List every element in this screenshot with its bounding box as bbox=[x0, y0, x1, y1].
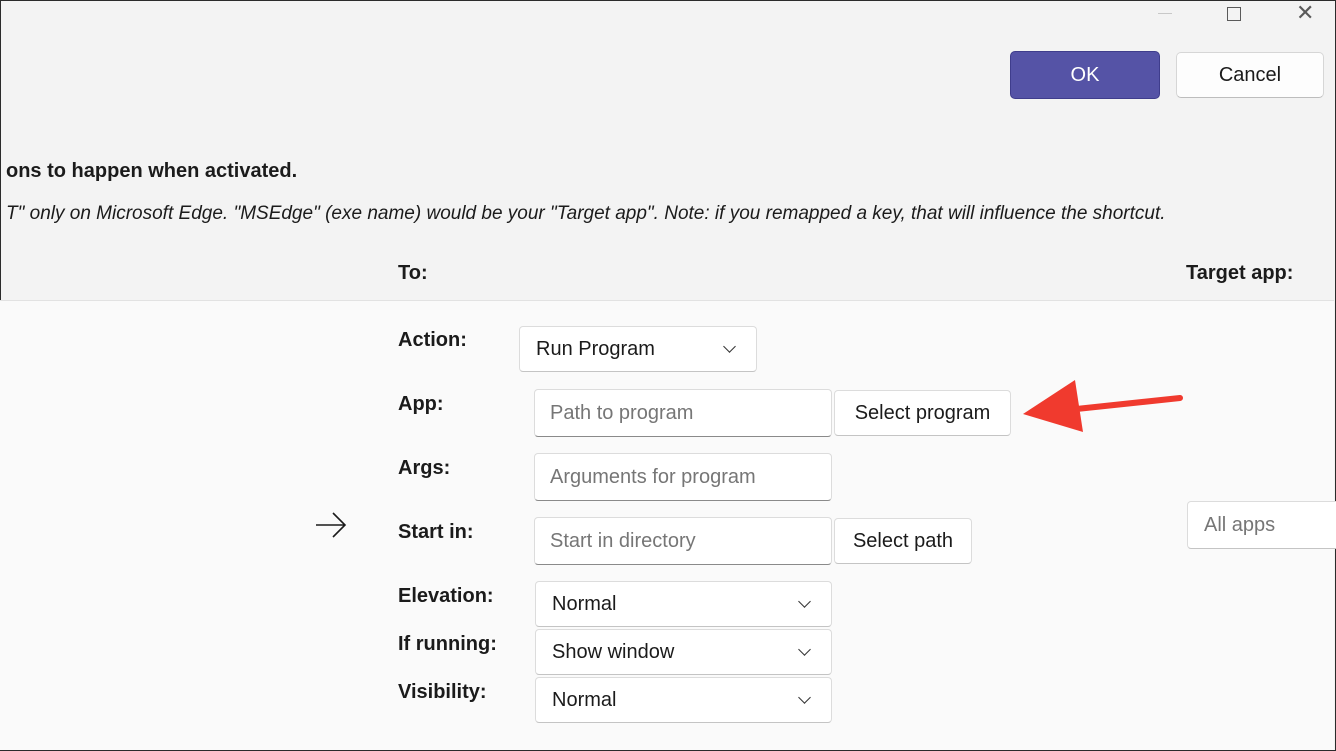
ok-button[interactable]: OK bbox=[1010, 51, 1160, 99]
start-in-label: Start in: bbox=[398, 521, 474, 543]
annotation-arrow-icon bbox=[1023, 380, 1183, 432]
elevation-label: Elevation: bbox=[398, 585, 494, 607]
start-in-input[interactable]: Start in directory bbox=[534, 517, 832, 565]
maximize-icon[interactable] bbox=[1227, 7, 1241, 21]
args-input[interactable]: Arguments for program bbox=[534, 453, 832, 501]
action-label: Action: bbox=[398, 329, 467, 351]
chevron-down-icon bbox=[798, 643, 811, 656]
chevron-down-icon bbox=[723, 340, 736, 353]
elevation-dropdown[interactable]: Normal bbox=[535, 581, 832, 627]
select-path-button[interactable]: Select path bbox=[834, 518, 972, 564]
target-app-input[interactable]: All apps bbox=[1187, 501, 1336, 549]
instruction-text: ons to happen when activated. bbox=[6, 160, 298, 182]
visibility-label: Visibility: bbox=[398, 681, 487, 703]
minimize-icon[interactable] bbox=[1158, 13, 1172, 14]
visibility-dropdown[interactable]: Normal bbox=[535, 677, 832, 723]
visibility-value: Normal bbox=[552, 688, 617, 711]
cancel-button[interactable]: Cancel bbox=[1176, 52, 1324, 98]
app-label: App: bbox=[398, 393, 444, 415]
chevron-down-icon bbox=[798, 691, 811, 704]
action-dropdown[interactable]: Run Program bbox=[519, 326, 757, 372]
action-value: Run Program bbox=[536, 337, 655, 360]
example-note-text: T" only on Microsoft Edge. "MSEdge" (exe… bbox=[6, 203, 1166, 224]
if-running-value: Show window bbox=[552, 640, 675, 663]
target-app-column-header: Target app: bbox=[1186, 262, 1294, 284]
right-arrow-icon bbox=[316, 512, 347, 538]
if-running-label: If running: bbox=[398, 633, 497, 655]
elevation-value: Normal bbox=[552, 592, 617, 615]
if-running-dropdown[interactable]: Show window bbox=[535, 629, 832, 675]
chevron-down-icon bbox=[798, 595, 811, 608]
to-column-header: To: bbox=[398, 262, 428, 284]
close-icon[interactable]: ✕ bbox=[1296, 2, 1314, 24]
app-path-input[interactable]: Path to program bbox=[534, 389, 832, 437]
select-program-button[interactable]: Select program bbox=[834, 390, 1011, 436]
args-label: Args: bbox=[398, 457, 451, 479]
